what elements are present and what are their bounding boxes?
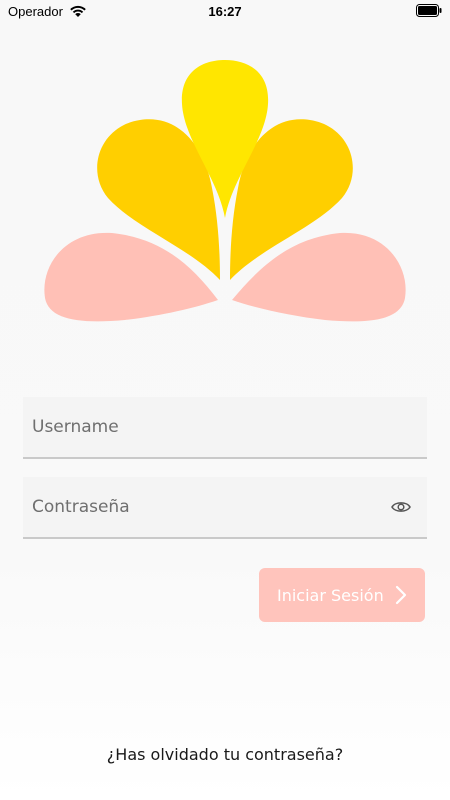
forgot-password-link[interactable]: ¿Has olvidado tu contraseña? [0, 745, 450, 764]
eye-icon[interactable] [391, 498, 411, 516]
username-input[interactable] [23, 397, 427, 457]
username-field[interactable] [23, 397, 427, 459]
password-input[interactable] [23, 477, 427, 537]
login-screen: Operador 16:27 Iniciar Sesió [0, 0, 450, 800]
chevron-right-icon [395, 585, 407, 605]
login-button-label: Iniciar Sesión [277, 585, 384, 605]
password-field[interactable] [23, 477, 427, 539]
login-button[interactable]: Iniciar Sesión [259, 568, 425, 622]
battery-icon [416, 4, 442, 17]
status-bar: Operador 16:27 [0, 0, 450, 24]
flower-logo-icon [44, 60, 406, 322]
status-time: 16:27 [208, 4, 242, 19]
